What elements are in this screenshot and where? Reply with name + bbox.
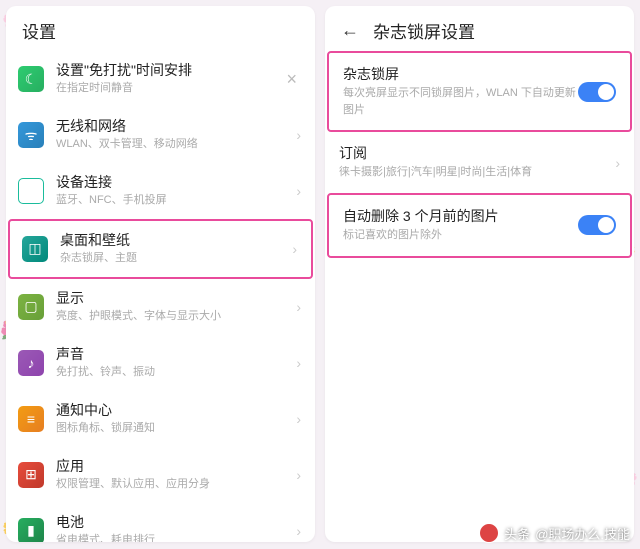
settings-item[interactable]: ♪ 声音免打扰、铃声、振动› bbox=[6, 335, 315, 391]
watermark: 头条 @职场办么.技能 bbox=[479, 523, 630, 543]
close-icon[interactable]: × bbox=[282, 65, 301, 94]
item-subtitle: 在指定时间静音 bbox=[56, 81, 282, 96]
chevron-right-icon: › bbox=[296, 183, 301, 199]
chevron-right-icon: › bbox=[615, 155, 620, 171]
chevron-right-icon: › bbox=[296, 523, 301, 539]
item-subtitle: 亮度、护眼模式、字体与显示大小 bbox=[56, 309, 296, 324]
item-subtitle: 省电模式、耗电排行 bbox=[56, 533, 296, 542]
toggle-switch[interactable] bbox=[578, 82, 616, 102]
watermark-name: @职场办么.技能 bbox=[535, 524, 630, 543]
chevron-right-icon: › bbox=[296, 299, 301, 315]
settings-item[interactable]: ☾ 设置"免打扰"时间安排在指定时间静音× bbox=[6, 51, 315, 107]
right-header: ← 杂志锁屏设置 bbox=[325, 6, 634, 51]
item-body: 订阅徕卡摄影|旅行|汽车|明星|时尚|生活|体育 bbox=[339, 144, 615, 181]
chevron-right-icon: › bbox=[292, 241, 297, 257]
battery-icon: ▮ bbox=[18, 518, 44, 542]
toggle-switch[interactable] bbox=[578, 215, 616, 235]
item-title: 无线和网络 bbox=[56, 117, 296, 135]
wallpaper-icon: ◫ bbox=[22, 236, 48, 262]
item-body: 桌面和壁纸杂志锁屏、主题 bbox=[60, 231, 292, 267]
item-title: 设置"免打扰"时间安排 bbox=[56, 61, 282, 79]
apps-icon: ⊞ bbox=[18, 462, 44, 488]
magazine-lock-panel: ← 杂志锁屏设置 杂志锁屏每次亮屏显示不同锁屏图片，WLAN 下自动更新图片订阅… bbox=[325, 6, 634, 542]
settings-panel: 设置 ☾ 设置"免打扰"时间安排在指定时间静音× ᯤ 无线和网络 WLAN、双卡管理、移… bbox=[6, 6, 315, 542]
item-title: 订阅 bbox=[339, 144, 615, 162]
item-title: 杂志锁屏 bbox=[343, 65, 578, 83]
item-subtitle: 徕卡摄影|旅行|汽车|明星|时尚|生活|体育 bbox=[339, 164, 615, 181]
magazine-item[interactable]: 订阅徕卡摄影|旅行|汽车|明星|时尚|生活|体育› bbox=[325, 132, 634, 193]
settings-item[interactable]: ◫ 桌面和壁纸杂志锁屏、主题› bbox=[8, 219, 313, 279]
item-body: 设置"免打扰"时间安排在指定时间静音 bbox=[56, 61, 282, 97]
item-body: 无线和网络 WLAN、双卡管理、移动网络 bbox=[56, 117, 296, 153]
item-subtitle: 蓝牙、NFC、手机投屏 bbox=[56, 193, 296, 208]
item-title: 电池 bbox=[56, 513, 296, 531]
item-body: 通知中心图标角标、锁屏通知 bbox=[56, 401, 296, 437]
chevron-right-icon: › bbox=[296, 355, 301, 371]
item-body: 自动删除 3 个月前的图片标记喜欢的图片除外 bbox=[343, 207, 578, 244]
back-icon[interactable]: ← bbox=[341, 20, 359, 41]
watermark-avatar-icon bbox=[479, 523, 499, 543]
settings-list: ☾ 设置"免打扰"时间安排在指定时间静音× ᯤ 无线和网络 WLAN、双卡管理、移动网络… bbox=[6, 51, 315, 542]
item-title: 应用 bbox=[56, 457, 296, 475]
item-body: 杂志锁屏每次亮屏显示不同锁屏图片，WLAN 下自动更新图片 bbox=[343, 65, 578, 118]
moon-icon: ☾ bbox=[18, 66, 44, 92]
item-body: 设备连接蓝牙、NFC、手机投屏 bbox=[56, 173, 296, 209]
device-icon: ▣ bbox=[18, 178, 44, 204]
chevron-right-icon: › bbox=[296, 467, 301, 483]
item-subtitle: 免打扰、铃声、振动 bbox=[56, 365, 296, 380]
magazine-item[interactable]: 杂志锁屏每次亮屏显示不同锁屏图片，WLAN 下自动更新图片 bbox=[327, 51, 632, 132]
settings-item[interactable]: ▮ 电池省电模式、耗电排行› bbox=[6, 503, 315, 542]
left-title: 设置 bbox=[22, 18, 56, 43]
item-title: 通知中心 bbox=[56, 401, 296, 419]
settings-item[interactable]: ▢ 显示亮度、护眼模式、字体与显示大小› bbox=[6, 279, 315, 335]
chevron-right-icon: › bbox=[296, 127, 301, 143]
item-subtitle: 图标角标、锁屏通知 bbox=[56, 421, 296, 436]
item-body: 应用权限管理、默认应用、应用分身 bbox=[56, 457, 296, 493]
settings-item[interactable]: ≡ 通知中心图标角标、锁屏通知› bbox=[6, 391, 315, 447]
item-body: 显示亮度、护眼模式、字体与显示大小 bbox=[56, 289, 296, 325]
display-icon: ▢ bbox=[18, 294, 44, 320]
settings-item[interactable]: ᯤ 无线和网络 WLAN、双卡管理、移动网络› bbox=[6, 107, 315, 163]
item-subtitle: 权限管理、默认应用、应用分身 bbox=[56, 477, 296, 492]
notification-icon: ≡ bbox=[18, 406, 44, 432]
settings-item[interactable]: ▣ 设备连接蓝牙、NFC、手机投屏› bbox=[6, 163, 315, 219]
item-body: 声音免打扰、铃声、振动 bbox=[56, 345, 296, 381]
item-title: 显示 bbox=[56, 289, 296, 307]
wifi-icon: ᯤ bbox=[18, 122, 44, 148]
item-title: 设备连接 bbox=[56, 173, 296, 191]
sound-icon: ♪ bbox=[18, 350, 44, 376]
settings-item[interactable]: ⊞ 应用权限管理、默认应用、应用分身› bbox=[6, 447, 315, 503]
magazine-settings-list: 杂志锁屏每次亮屏显示不同锁屏图片，WLAN 下自动更新图片订阅徕卡摄影|旅行|汽… bbox=[325, 51, 634, 258]
item-subtitle: 标记喜欢的图片除外 bbox=[343, 227, 578, 244]
item-title: 桌面和壁纸 bbox=[60, 231, 292, 249]
chevron-right-icon: › bbox=[296, 411, 301, 427]
left-header: 设置 bbox=[6, 6, 315, 51]
right-title: 杂志锁屏设置 bbox=[373, 18, 475, 43]
watermark-prefix: 头条 bbox=[504, 524, 530, 543]
item-subtitle: 杂志锁屏、主题 bbox=[60, 251, 292, 266]
item-title: 声音 bbox=[56, 345, 296, 363]
item-body: 电池省电模式、耗电排行 bbox=[56, 513, 296, 542]
magazine-item[interactable]: 自动删除 3 个月前的图片标记喜欢的图片除外 bbox=[327, 193, 632, 258]
item-title: 自动删除 3 个月前的图片 bbox=[343, 207, 578, 225]
item-subtitle: WLAN、双卡管理、移动网络 bbox=[56, 137, 296, 152]
item-subtitle: 每次亮屏显示不同锁屏图片，WLAN 下自动更新图片 bbox=[343, 85, 578, 118]
